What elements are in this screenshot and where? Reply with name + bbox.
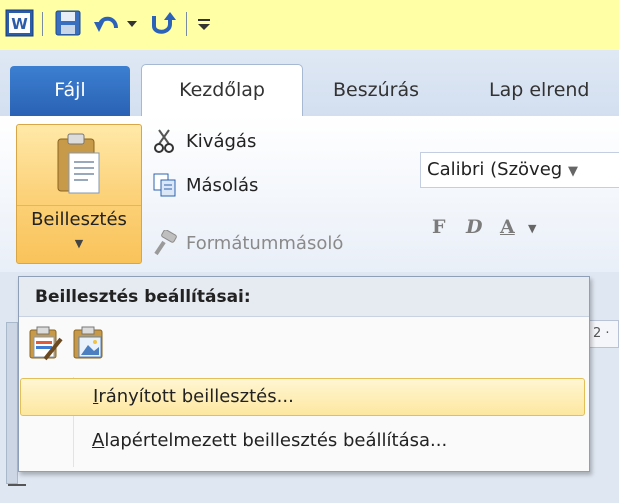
ribbon: Beillesztés ▼ Kivágás Másolás Formátummá…: [0, 116, 619, 273]
ribbon-tabs: Fájl Kezdőlap Beszúrás Lap elrend: [0, 50, 619, 117]
bold-button[interactable]: F: [432, 216, 446, 238]
copy-button[interactable]: Másolás: [152, 170, 258, 200]
tab-file[interactable]: Fájl: [10, 66, 130, 116]
copy-icon: [153, 173, 176, 197]
paste-picture-icon[interactable]: [71, 325, 107, 361]
format-painter-label: Formátummásoló: [186, 232, 344, 254]
menu-item-paste-special[interactable]: Irányított beillesztés...: [20, 378, 585, 416]
chevron-down-icon[interactable]: ▼: [528, 222, 536, 235]
paintbrush-icon: [154, 230, 177, 256]
chevron-down-icon[interactable]: [122, 8, 142, 38]
redo-icon[interactable]: [146, 8, 178, 38]
font-name-select[interactable]: Calibri (Szöveg ▼: [420, 152, 619, 188]
quick-access-toolbar: W: [0, 0, 619, 50]
tab-home[interactable]: Kezdőlap: [141, 64, 303, 117]
cut-button[interactable]: Kivágás: [152, 126, 256, 156]
save-icon[interactable]: [52, 8, 84, 38]
italic-button[interactable]: D: [466, 216, 482, 238]
paste-options-menu: Beillesztés beállításai: Irányított beil…: [18, 276, 590, 472]
font-name-value: Calibri (Szöveg: [427, 159, 563, 180]
paste-label: Beillesztés: [31, 209, 127, 230]
keep-source-formatting-icon[interactable]: [27, 325, 63, 361]
undo-icon[interactable]: [92, 8, 124, 38]
svg-text:W: W: [11, 15, 28, 33]
menu-item-label: lapértelmezett beillesztés beállítása...: [104, 430, 448, 451]
vertical-ruler: [6, 322, 18, 484]
chevron-down-icon[interactable]: ▼: [17, 237, 141, 250]
accelerator-key: A: [92, 430, 105, 451]
menu-item-label: rányított beillesztés...: [98, 386, 294, 407]
scissors-icon: [154, 129, 174, 153]
chevron-down-icon: ▼: [567, 164, 578, 179]
cut-label: Kivágás: [186, 130, 257, 152]
horizontal-ruler: 2 ·: [588, 320, 619, 348]
tab-insert[interactable]: Beszúrás: [333, 66, 419, 116]
copy-label: Másolás: [186, 174, 259, 196]
underline-button[interactable]: A: [500, 216, 515, 238]
word-logo-icon[interactable]: W: [4, 8, 36, 38]
menu-item-set-default-paste[interactable]: Alapértelmezett beillesztés beállítása..…: [20, 423, 585, 461]
paste-options-header: Beillesztés beállításai:: [19, 277, 589, 317]
format-painter-button[interactable]: Formátummásoló: [152, 228, 343, 258]
clipboard-icon: [57, 133, 100, 194]
tab-page-layout[interactable]: Lap elrend: [489, 66, 589, 116]
customize-toolbar-icon[interactable]: [192, 8, 216, 38]
paste-main[interactable]: [17, 125, 141, 206]
paste-button[interactable]: Beillesztés ▼: [16, 124, 142, 264]
ruler-marker: [8, 484, 26, 500]
